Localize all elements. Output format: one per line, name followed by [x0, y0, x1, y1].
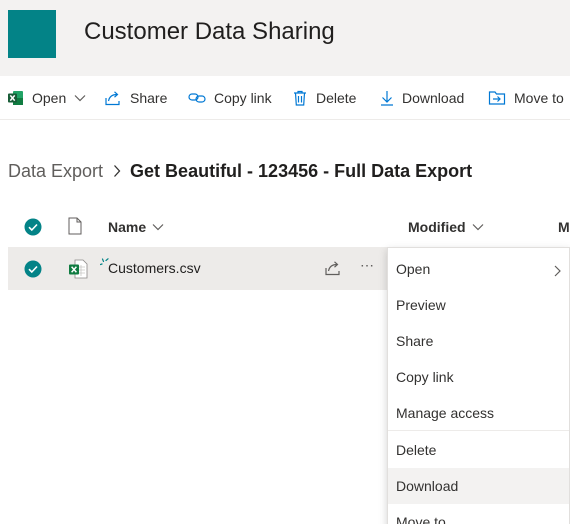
- excel-icon: [8, 90, 24, 106]
- share-button[interactable]: Share: [104, 76, 167, 120]
- delete-label: Delete: [316, 90, 357, 106]
- share-label: Share: [130, 90, 168, 106]
- menu-item-share[interactable]: Share: [388, 323, 569, 359]
- list-header: Name Modified M: [0, 208, 570, 246]
- menu-item-label: Share: [396, 333, 434, 349]
- menu-item-preview[interactable]: Preview: [388, 287, 569, 323]
- menu-item-delete[interactable]: Delete: [388, 432, 569, 468]
- move-icon: [488, 90, 506, 106]
- more-icon[interactable]: ⋯: [360, 257, 375, 274]
- excel-file-icon: [68, 259, 88, 284]
- menu-item-label: Open: [396, 261, 431, 277]
- share-icon[interactable]: [324, 260, 342, 281]
- share-icon: [104, 90, 122, 106]
- column-modified-by[interactable]: M: [558, 219, 570, 235]
- menu-item-label: Delete: [396, 442, 437, 458]
- chevron-down-icon: [472, 223, 484, 231]
- column-modified[interactable]: Modified: [408, 219, 484, 235]
- menu-item-manage-access[interactable]: Manage access: [388, 395, 569, 431]
- open-label: Open: [32, 90, 67, 106]
- site-logo[interactable]: [8, 10, 56, 58]
- menu-item-move-to[interactable]: Move to: [388, 504, 569, 524]
- move-to-label: Move to: [514, 90, 564, 106]
- download-button[interactable]: Download: [380, 76, 464, 120]
- menu-divider: [388, 430, 569, 431]
- menu-item-label: Manage access: [396, 405, 495, 421]
- column-name-label: Name: [108, 219, 147, 235]
- check-circle-icon[interactable]: [24, 260, 42, 283]
- context-menu: Open Preview Share Copy link Manage acce…: [387, 247, 570, 524]
- command-bar: Open Share Copy link Delete Download Mov…: [0, 76, 570, 120]
- trash-icon: [292, 90, 308, 106]
- menu-item-label: Move to: [396, 514, 446, 524]
- copy-link-label: Copy link: [214, 90, 272, 106]
- link-icon: [188, 91, 206, 105]
- select-all-check-icon[interactable]: [24, 218, 42, 241]
- menu-item-label: Download: [396, 478, 459, 494]
- breadcrumb-current: Get Beautiful - 123456 - Full Data Expor…: [130, 160, 473, 181]
- delete-button[interactable]: Delete: [292, 76, 356, 120]
- menu-item-open[interactable]: Open: [388, 251, 569, 287]
- column-name[interactable]: Name: [108, 219, 164, 235]
- menu-item-copy-link[interactable]: Copy link: [388, 359, 569, 395]
- file-name[interactable]: Customers.csv: [108, 260, 201, 276]
- breadcrumb-root[interactable]: Data Export: [8, 161, 103, 182]
- chevron-right-icon: [113, 164, 121, 178]
- menu-item-label: Copy link: [396, 369, 454, 385]
- site-title[interactable]: Customer Data Sharing: [84, 18, 335, 46]
- menu-item-label: Preview: [396, 297, 446, 313]
- chevron-down-icon[interactable]: [74, 94, 86, 102]
- breadcrumb: Data Export Get Beautiful - 123456 - Ful…: [8, 158, 472, 184]
- column-modified-label: Modified: [408, 219, 466, 235]
- download-label: Download: [402, 90, 465, 106]
- open-button[interactable]: Open: [8, 76, 86, 120]
- chevron-down-icon: [152, 223, 164, 231]
- menu-item-download[interactable]: Download: [388, 468, 569, 504]
- site-header: Customer Data Sharing: [0, 0, 570, 76]
- move-to-button[interactable]: Move to: [488, 76, 564, 120]
- copy-link-button[interactable]: Copy link: [188, 76, 272, 120]
- chevron-right-icon: [554, 264, 561, 280]
- document-icon[interactable]: [68, 217, 82, 240]
- download-icon: [380, 90, 394, 106]
